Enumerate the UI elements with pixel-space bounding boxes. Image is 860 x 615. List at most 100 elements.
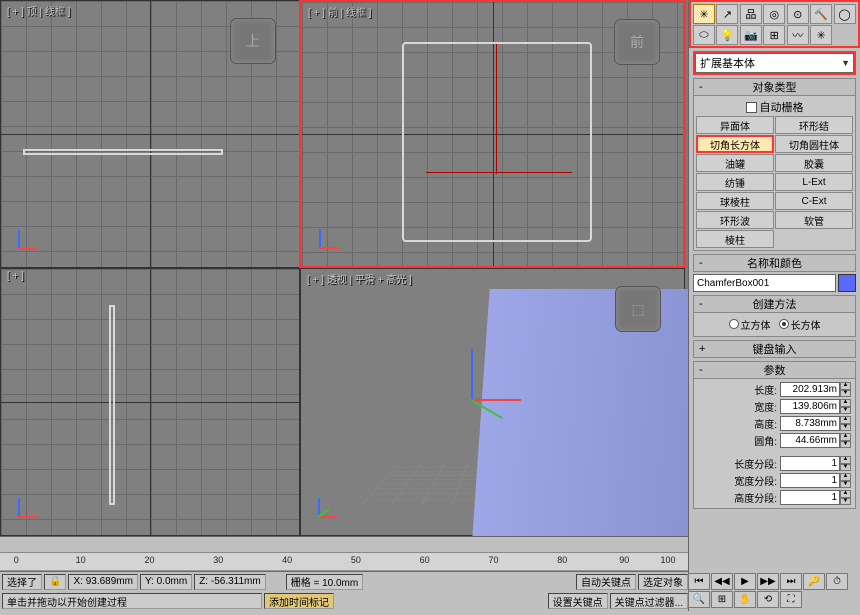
axis-gizmo-icon <box>15 227 41 253</box>
spinner-arrows-icon[interactable]: ▲▼ <box>840 456 851 471</box>
viewport-top[interactable]: [ + ] 顶 | 线框 ] 上 <box>0 0 300 268</box>
hose-button[interactable]: 软管 <box>775 211 853 229</box>
nav-zoom-icon[interactable]: 🔍 <box>688 591 710 608</box>
viewcube-icon[interactable]: ⬚ <box>616 287 660 331</box>
gengon-button[interactable]: 球棱柱 <box>696 192 774 210</box>
coord-y[interactable]: Y: 0.0mm <box>140 574 192 590</box>
viewport-label[interactable]: [ + ] 前 | 线框 ] <box>308 4 371 19</box>
hedra-button[interactable]: 异面体 <box>696 116 774 134</box>
geometry-subtype-dropdown[interactable]: 扩展基本体▼ <box>695 53 854 73</box>
autokey-button[interactable]: 自动关键点 <box>576 574 636 590</box>
prism-button[interactable]: 棱柱 <box>696 230 774 248</box>
nav-orbit-icon[interactable]: ⟲ <box>757 591 779 608</box>
oiltank-button[interactable]: 油罐 <box>696 154 774 172</box>
viewcube-icon[interactable]: 前 <box>615 20 659 64</box>
chamfercyl-button[interactable]: 切角圆柱体 <box>775 135 853 153</box>
spinner-arrows-icon[interactable]: ▲▼ <box>840 399 851 414</box>
goto-start-icon[interactable]: ⏮ <box>688 573 710 590</box>
wireframe-object[interactable] <box>109 305 115 505</box>
length-segs-input[interactable] <box>780 456 840 471</box>
timeline-ruler[interactable]: 0 10 20 30 40 50 60 70 80 90 100 <box>0 552 688 570</box>
viewport-label[interactable]: [ + ] <box>7 271 24 282</box>
box-radio[interactable]: 长方体 <box>779 317 821 332</box>
chamferbox-button[interactable]: 切角长方体 <box>696 135 774 153</box>
object-name-input[interactable] <box>693 274 836 292</box>
viewport-label[interactable]: [ + ] 顶 | 线框 ] <box>7 3 70 18</box>
spinner-arrows-icon[interactable]: ▲▼ <box>840 473 851 488</box>
modify-tab-icon[interactable]: ↗ <box>716 4 738 24</box>
motion-tab-icon[interactable]: ◎ <box>763 4 785 24</box>
height-input[interactable] <box>780 416 840 431</box>
viewport-front-active[interactable]: [ + ] 前 | 线框 ] 前 <box>300 0 685 268</box>
utilities-tab-icon[interactable]: 🔨 <box>810 4 832 24</box>
chevron-down-icon: ▼ <box>841 58 850 68</box>
command-panel-tabs: ✳ ↗ 品 ◎ ⊙ 🔨 ◯ ⬭ 💡 📷 ⊞ 〰 ✳ <box>689 0 860 48</box>
selection-set-dropdown[interactable]: 选定对象 <box>638 574 688 590</box>
spinner-arrows-icon[interactable]: ▲▼ <box>840 416 851 431</box>
rollout-keyboard-entry[interactable]: +键盘输入 <box>693 340 856 358</box>
setkey-button[interactable]: 设置关键点 <box>548 593 608 609</box>
coord-z[interactable]: Z: -56.311mm <box>194 574 266 590</box>
systems-category-icon[interactable]: ✳ <box>810 25 832 45</box>
rollout-parameters[interactable]: -参数 <box>693 361 856 379</box>
timeline-scrollbar[interactable] <box>0 536 688 552</box>
axis-gizmo-icon <box>316 226 342 252</box>
viewport-area: [ + ] 顶 | 线框 ] 上 [ + ] 前 | 线框 ] 前 [ + ] … <box>0 0 688 552</box>
add-time-tag-button[interactable]: 添加时间标记 <box>264 593 334 609</box>
axis-gizmo-icon <box>15 495 41 521</box>
status-bar-prompt: 单击并拖动以开始创建过程 添加时间标记 设置关键点 关键点过滤器... <box>0 591 688 611</box>
key-mode-icon[interactable]: 🔑 <box>803 573 825 590</box>
lights-category-icon[interactable]: 💡 <box>716 25 738 45</box>
torusknot-button[interactable]: 环形结 <box>775 116 853 134</box>
coord-x[interactable]: X: 93.689mm <box>68 574 137 590</box>
ringwave-button[interactable]: 环形波 <box>696 211 774 229</box>
nav-zoomall-icon[interactable]: ⊞ <box>711 591 733 608</box>
nav-pan-icon[interactable]: ✋ <box>734 591 756 608</box>
prompt-text: 单击并拖动以开始创建过程 <box>2 593 262 609</box>
wireframe-object[interactable] <box>23 149 223 155</box>
viewport-label[interactable]: [ + ] 透视 | 平滑 + 高光 ] <box>307 271 412 286</box>
play-icon[interactable]: ▶ <box>734 573 756 590</box>
fillet-input[interactable] <box>780 433 840 448</box>
length-label: 长度: <box>754 382 777 397</box>
next-frame-icon[interactable]: ▶▶ <box>757 573 779 590</box>
capsule-button[interactable]: 胶囊 <box>775 154 853 172</box>
rollout-creation-method[interactable]: -创建方法 <box>693 295 856 313</box>
spinner-arrows-icon[interactable]: ▲▼ <box>840 382 851 397</box>
cube-radio[interactable]: 立方体 <box>729 317 771 332</box>
status-bar-coords: 选择了 🔒 X: 93.689mm Y: 0.0mm Z: -56.311mm … <box>0 571 688 591</box>
width-segs-input[interactable] <box>780 473 840 488</box>
color-swatch[interactable] <box>838 274 856 292</box>
cameras-category-icon[interactable]: 📷 <box>740 25 762 45</box>
autogrid-checkbox[interactable] <box>746 102 757 113</box>
length-input[interactable] <box>780 382 840 397</box>
spinner-arrows-icon[interactable]: ▲▼ <box>840 490 851 505</box>
display-tab-icon[interactable]: ⊙ <box>787 4 809 24</box>
create-tab-icon[interactable]: ✳ <box>693 4 715 24</box>
lext-button[interactable]: L-Ext <box>775 173 853 191</box>
viewcube-icon[interactable]: 上 <box>231 19 275 63</box>
viewport-perspective[interactable]: [ + ] 透视 | 平滑 + 高光 ] ⬚ <box>300 268 685 536</box>
cext-button[interactable]: C-Ext <box>775 192 853 210</box>
key-filters-button[interactable]: 关键点过滤器... <box>610 593 688 609</box>
spinner-arrows-icon[interactable]: ▲▼ <box>840 433 851 448</box>
wireframe-object[interactable] <box>402 42 592 242</box>
height-segs-input[interactable] <box>780 490 840 505</box>
spacewarp-category-icon[interactable]: 〰 <box>787 25 809 45</box>
shapes-category-icon[interactable]: ⬭ <box>693 25 715 45</box>
nav-maximize-icon[interactable]: ⛶ <box>780 591 802 608</box>
goto-end-icon[interactable]: ⏭ <box>780 573 802 590</box>
width-input[interactable] <box>780 399 840 414</box>
prev-frame-icon[interactable]: ◀◀ <box>711 573 733 590</box>
helpers-category-icon[interactable]: ⊞ <box>763 25 785 45</box>
time-config-icon[interactable]: ⏱ <box>826 573 848 590</box>
hierarchy-tab-icon[interactable]: 品 <box>740 4 762 24</box>
geometry-category-icon[interactable]: ◯ <box>834 4 856 24</box>
lock-icon[interactable]: 🔒 <box>44 574 66 590</box>
spindle-button[interactable]: 纺锤 <box>696 173 774 191</box>
grid-size: 栅格 = 10.0mm <box>286 574 364 590</box>
command-panel: ✳ ↗ 品 ◎ ⊙ 🔨 ◯ ⬭ 💡 📷 ⊞ 〰 ✳ 扩展基本体▼ -对象类型 自… <box>688 0 860 615</box>
viewport-left[interactable]: [ + ] <box>0 268 300 536</box>
rollout-name-color[interactable]: -名称和颜色 <box>693 254 856 272</box>
rollout-object-type[interactable]: -对象类型 <box>693 78 856 96</box>
